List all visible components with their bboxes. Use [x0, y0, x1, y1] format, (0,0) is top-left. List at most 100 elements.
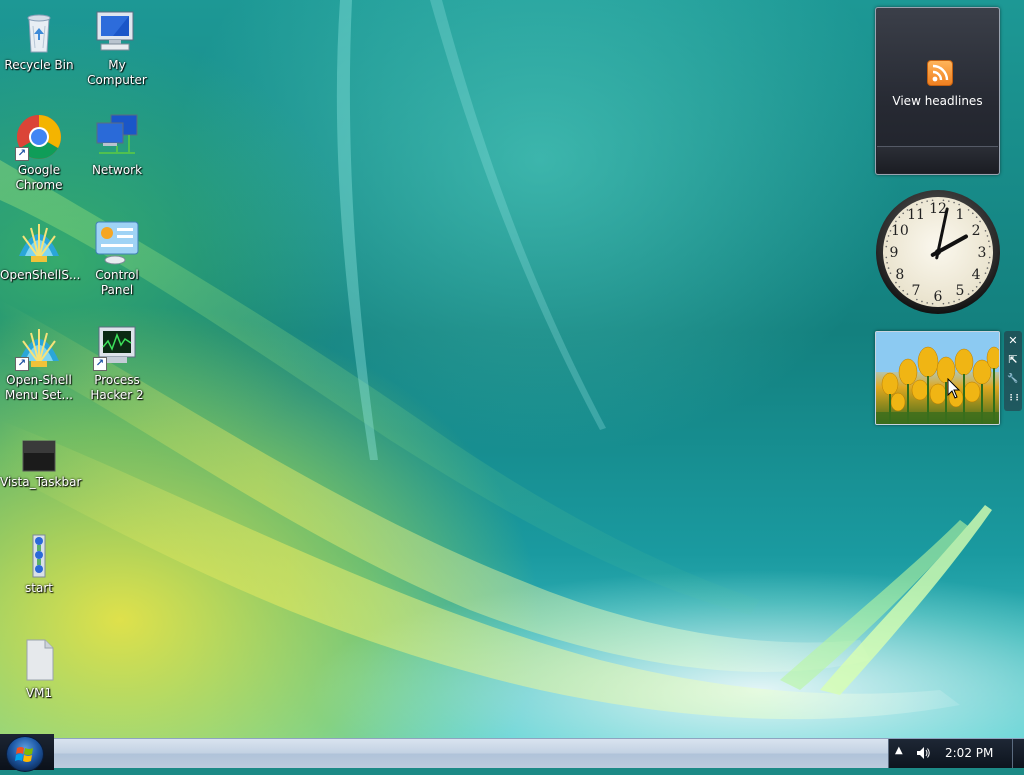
desktop[interactable]: Recycle Bin My Computer ↗ Google Chrome …: [0, 0, 1024, 738]
desktop-icon-label: VM1: [25, 686, 53, 700]
close-gadget-button[interactable]: ✕: [1005, 333, 1021, 349]
desktop-icon-openshell-settings[interactable]: ↗ Open-Shell Menu Set...: [0, 323, 78, 403]
desktop-icon-label: Google Chrome: [15, 163, 63, 192]
clock-numeral: 12: [929, 201, 947, 217]
clock-minute-tick: [953, 201, 955, 204]
clock-minute-tick: [953, 300, 955, 303]
clock-numeral: 5: [956, 283, 965, 299]
desktop-icon-process-hacker[interactable]: ↗ Process Hacker 2: [78, 323, 156, 403]
view-headlines-link[interactable]: View headlines: [876, 94, 999, 108]
desktop-icon-label: Control Panel: [95, 268, 139, 297]
clock-minute-tick: [931, 199, 934, 202]
clock-minute-tick: [926, 200, 928, 202]
desktop-icon-label: Process Hacker 2: [90, 373, 144, 402]
clock-minute-tick: [971, 289, 974, 292]
clock-minute-tick: [895, 220, 897, 223]
feed-headlines-gadget[interactable]: View headlines: [875, 7, 1000, 175]
clock-minute-tick: [958, 298, 960, 301]
clock-minute-tick: [887, 235, 890, 237]
clock-numeral: 1: [956, 207, 965, 223]
clock-minute-tick: [942, 199, 945, 202]
larger-size-button[interactable]: ⇱: [1005, 352, 1021, 368]
drag-handle-icon: ⋮⋮: [1007, 393, 1021, 402]
clock-face: 12 12 3 45678 9 1011: [876, 190, 1000, 314]
file-icon: [15, 638, 63, 684]
computer-icon: [93, 8, 141, 56]
clock-minute-tick: [986, 267, 989, 269]
clock-minute-tick: [988, 245, 991, 248]
show-hidden-icons-button[interactable]: ▲: [895, 745, 903, 756]
clock-minute-tick: [889, 272, 892, 274]
notification-area: ▲ 2:02 PM: [888, 739, 1012, 768]
clock-numeral: 9: [890, 245, 899, 261]
clock-minute-tick: [975, 216, 978, 219]
close-icon: ✕: [1008, 334, 1018, 347]
desktop-icon-label: Open-Shell Menu Set...: [5, 373, 73, 402]
shortcut-arrow-icon: ↗: [93, 357, 107, 371]
clock-minute-tick: [895, 281, 897, 284]
rss-icon: [927, 60, 953, 86]
show-desktop-button[interactable]: [1012, 739, 1024, 768]
clock-minute-tick: [886, 262, 888, 264]
slideshow-gadget[interactable]: [875, 331, 1000, 425]
clock-minute-tick: [902, 212, 905, 215]
clock-minute-tick: [979, 220, 981, 223]
desktop-icon-google-chrome[interactable]: ↗ Google Chrome: [0, 113, 78, 193]
mouse-cursor-icon: [947, 378, 961, 399]
desktop-icon-openshell[interactable]: OpenShellS...: [0, 218, 81, 283]
desktop-icon-vm1[interactable]: VM1: [0, 638, 78, 701]
clock-minute-tick: [979, 281, 981, 284]
clock-minute-tick: [916, 203, 918, 206]
clock-numeral: 10: [891, 223, 909, 239]
clock-minute-tick: [921, 201, 923, 204]
speaker-icon[interactable]: [915, 745, 931, 765]
clock-minute-tick: [921, 300, 923, 303]
open-shell-icon: [15, 218, 63, 266]
clock-minute-tick: [971, 212, 974, 215]
system-clock[interactable]: 2:02 PM: [945, 746, 993, 760]
desktop-icon-my-computer[interactable]: My Computer: [78, 8, 156, 88]
clock-minute-tick: [975, 285, 978, 288]
clock-numeral: 7: [912, 283, 921, 299]
clock-minute-tick: [948, 200, 950, 202]
clock-minute-tick: [916, 298, 918, 301]
network-icon: [93, 113, 141, 161]
clock-minute-tick: [988, 262, 990, 264]
clock-minute-tick: [926, 302, 928, 304]
desktop-icon-label: Network: [91, 163, 143, 177]
options-button[interactable]: 🔧: [1005, 371, 1021, 387]
clock-minute-tick: [887, 267, 890, 269]
clock-minute-tick: [988, 240, 990, 242]
desktop-icon-vista-taskbar[interactable]: Vista_Taskbar: [0, 433, 81, 490]
clock-numeral: 3: [978, 245, 987, 261]
clock-numeral: 4: [972, 267, 981, 283]
windows-logo-icon: [6, 736, 44, 772]
drag-gadget-handle[interactable]: ⋮⋮: [1005, 390, 1021, 406]
desktop-icon-network[interactable]: Network: [78, 113, 156, 178]
recycle-bin-icon: [15, 8, 63, 56]
clock-minute-tick: [984, 272, 987, 274]
clock-minute-tick: [906, 293, 909, 295]
desktop-icon-label: My Computer: [87, 58, 147, 87]
clock-minute-tick: [885, 245, 888, 248]
open-shell-settings-icon: ↗: [15, 323, 63, 371]
clock-minute-tick: [902, 289, 905, 292]
shortcut-arrow-icon: ↗: [15, 357, 29, 371]
clock-minute-tick: [984, 230, 987, 232]
gadget-toolbar: ✕ ⇱ 🔧 ⋮⋮: [1004, 331, 1022, 411]
process-hacker-icon: ↗: [93, 323, 141, 371]
clock-gadget[interactable]: 12 1 2 3 4 5 6 7 8 9 10 11: [874, 188, 1002, 316]
clock-minute-tick: [942, 302, 945, 305]
clock-minute-tick: [906, 209, 909, 211]
clock-minute-tick: [931, 302, 934, 305]
desktop-icon-control-panel[interactable]: Control Panel: [78, 218, 156, 298]
image-file-icon: [15, 433, 63, 473]
desktop-icon-label: OpenShellS...: [0, 268, 81, 282]
clock-minute-tick: [988, 256, 991, 259]
desktop-icon-start[interactable]: start: [0, 533, 78, 596]
clock-minute-tick: [967, 293, 970, 295]
start-button[interactable]: [0, 734, 54, 772]
desktop-icon-recycle-bin[interactable]: Recycle Bin: [0, 8, 78, 73]
clock-numeral: 11: [907, 207, 925, 223]
gadget-footer: [877, 146, 998, 173]
